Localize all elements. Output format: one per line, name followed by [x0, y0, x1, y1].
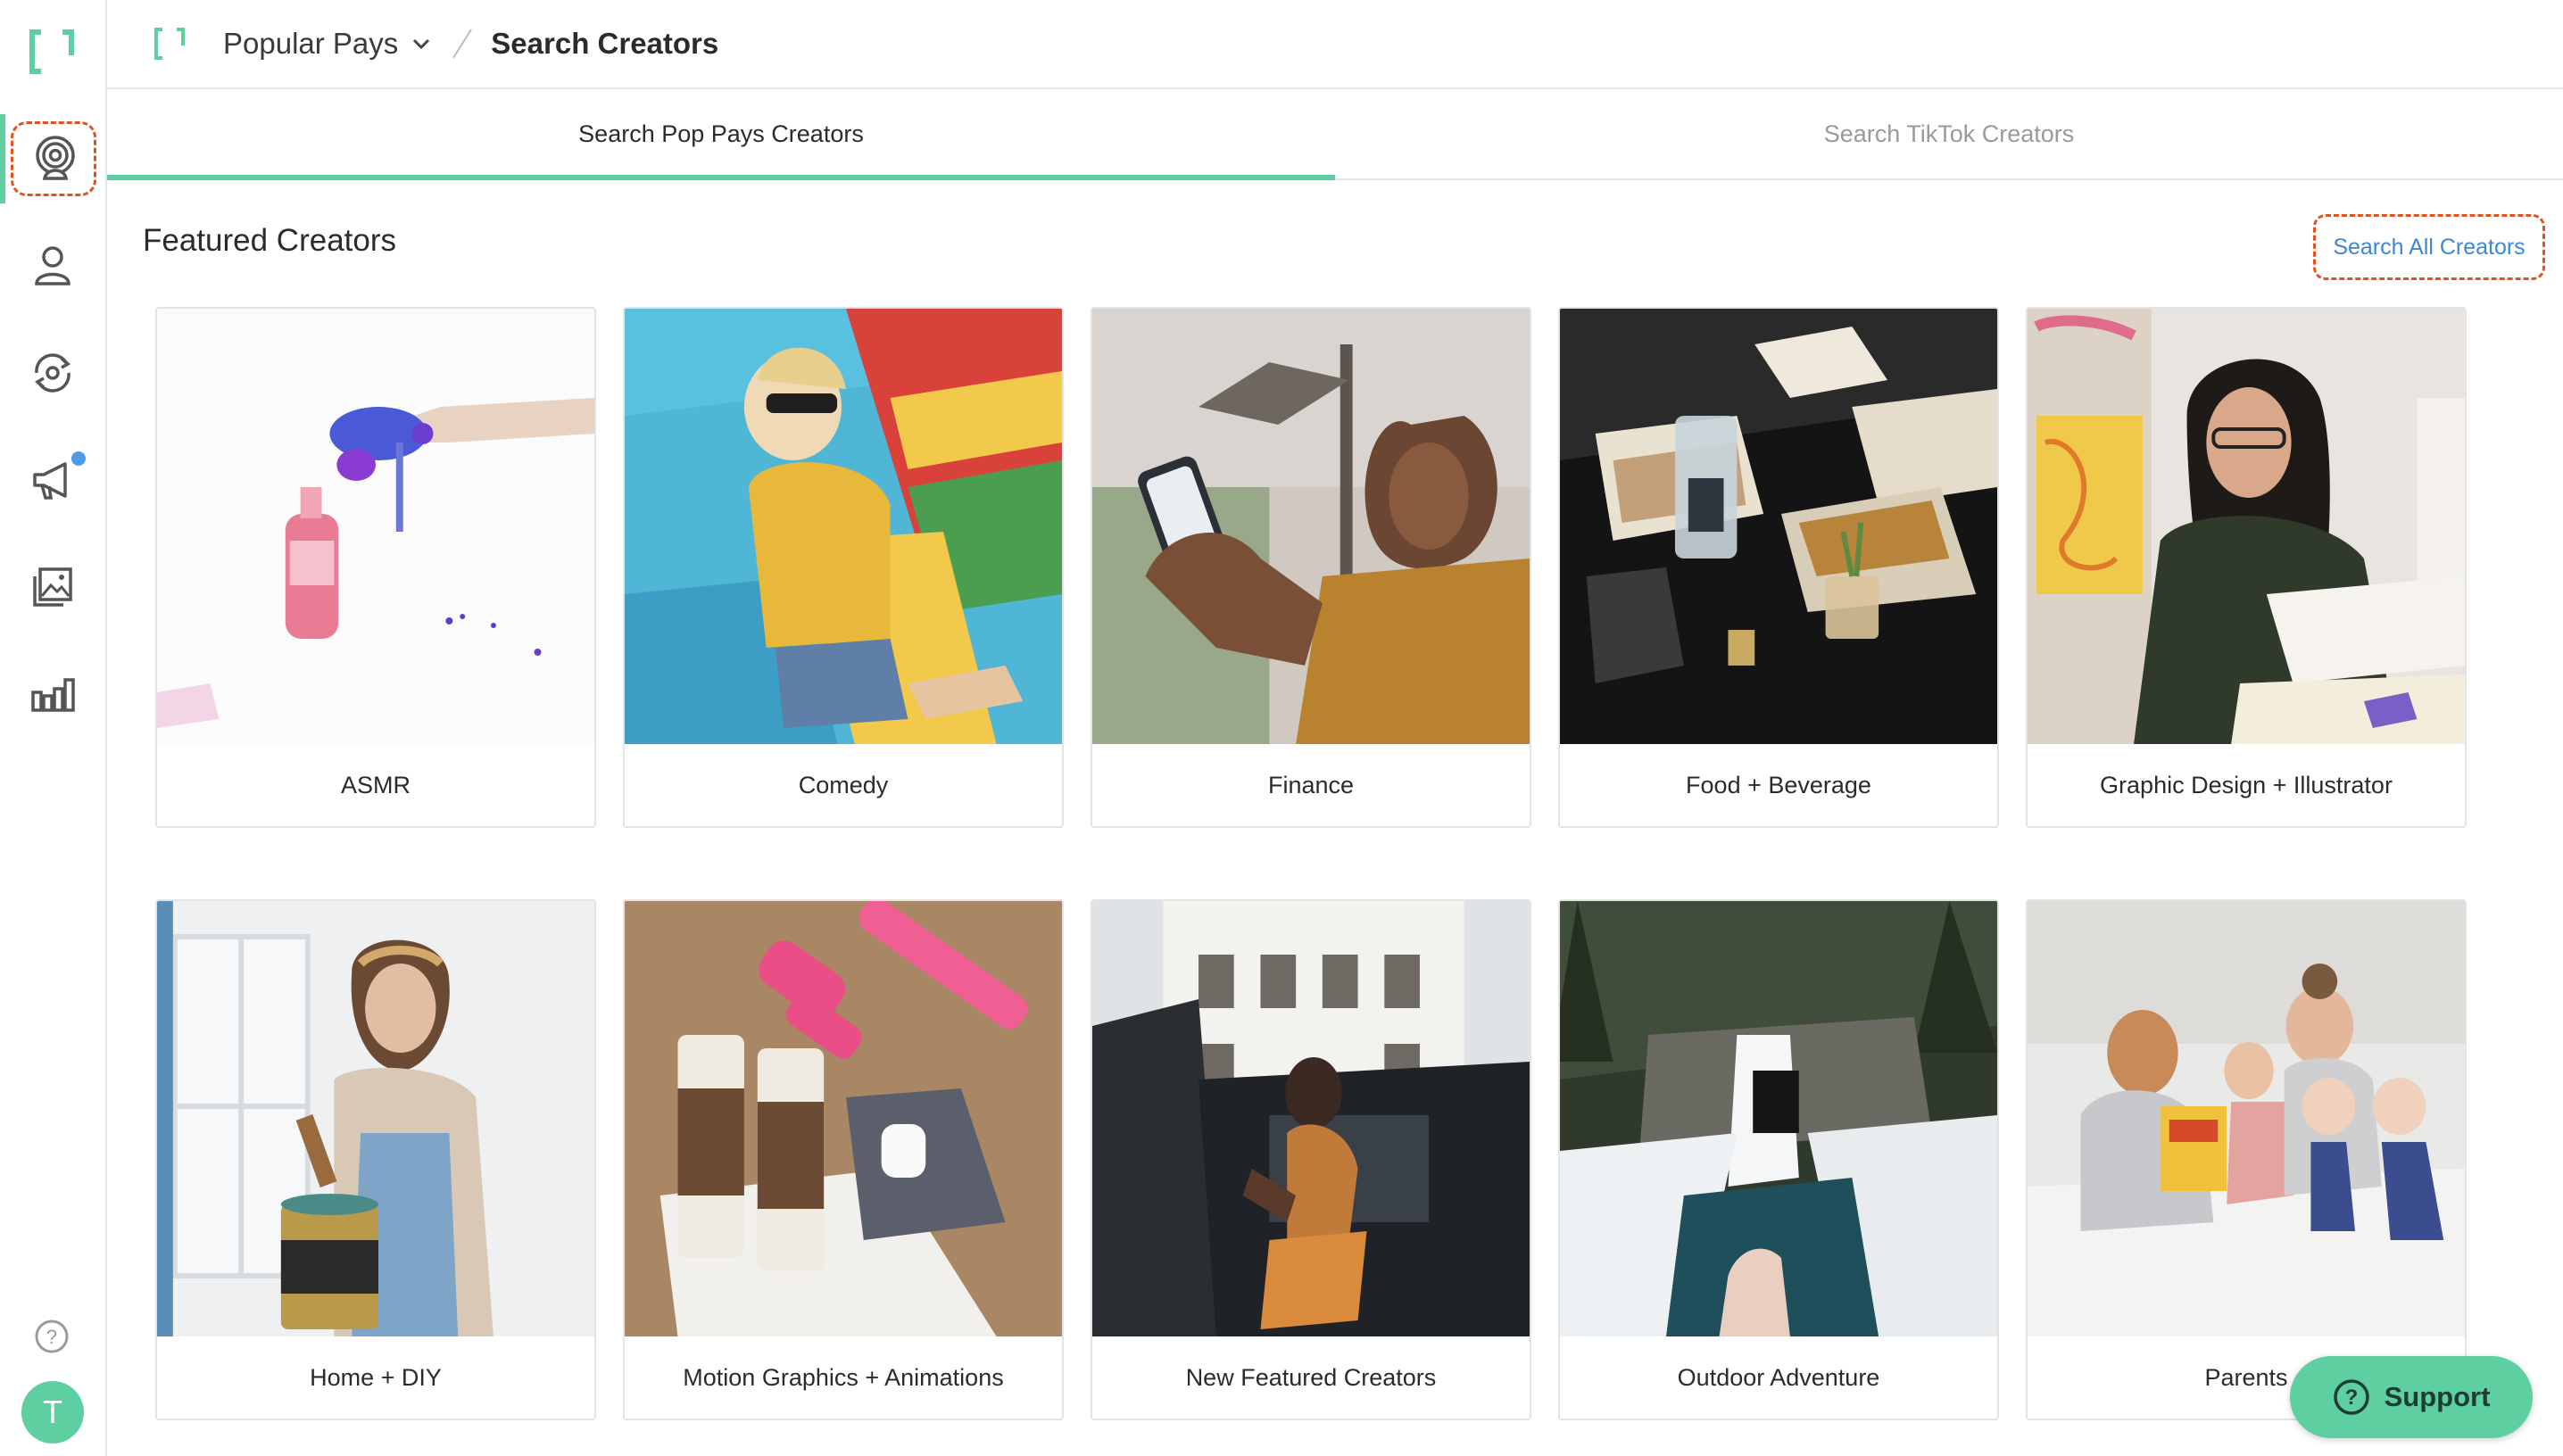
nav-campaigns[interactable] — [0, 435, 105, 525]
bar-chart-icon — [31, 678, 75, 712]
nav-profile[interactable] — [0, 221, 105, 310]
support-button[interactable]: ? Support — [2290, 1356, 2533, 1438]
chevron-down-icon — [413, 38, 430, 50]
category-image — [157, 901, 594, 1336]
category-label: Graphic Design + Illustrator — [2100, 771, 2393, 798]
category-card-asmr[interactable]: ASMR — [155, 307, 596, 828]
notification-dot — [71, 451, 86, 466]
category-card-comedy[interactable]: Comedy — [623, 307, 1064, 828]
search-tabs: Search Pop Pays Creators Search TikTok C… — [107, 89, 2563, 180]
category-image — [625, 309, 1062, 744]
category-card-finance[interactable]: Finance — [1091, 307, 1531, 828]
help-icon[interactable]: ? — [34, 1319, 70, 1354]
megaphone-icon — [33, 462, 67, 500]
category-image — [1560, 901, 1997, 1336]
brand-logo-icon[interactable] — [27, 27, 77, 77]
category-image — [1560, 309, 1997, 744]
category-label: Finance — [1267, 771, 1355, 798]
category-card-new-featured[interactable]: New Featured Creators — [1091, 899, 1531, 1420]
search-all-creators-link[interactable]: Search All Creators — [2313, 214, 2545, 280]
breadcrumb-current: Search Creators — [491, 27, 719, 60]
category-label: Motion Graphics + Animations — [683, 1363, 1004, 1391]
tab-popular-pays-creators[interactable]: Search Pop Pays Creators — [107, 89, 1335, 180]
organization-name: Popular Pays — [223, 27, 399, 60]
svg-text:?: ? — [2344, 1386, 2358, 1410]
category-card-graphic-design[interactable]: Graphic Design + Illustrator — [2026, 307, 2467, 828]
nav-campaign-review[interactable] — [0, 328, 105, 418]
brand-logo-small-icon[interactable] — [152, 26, 187, 62]
user-avatar[interactable]: T — [21, 1381, 84, 1444]
category-card-home-diy[interactable]: Home + DIY — [155, 899, 596, 1420]
svg-text:?: ? — [46, 1326, 57, 1348]
category-label: New Featured Creators — [1185, 1363, 1437, 1391]
top-header: Popular Pays Search Creators — [107, 0, 2563, 89]
user-icon — [35, 246, 71, 285]
category-card-parents[interactable]: Parents — [2026, 899, 2467, 1420]
category-image — [2028, 901, 2465, 1336]
category-image — [1092, 309, 1530, 744]
nav-analytics[interactable] — [0, 649, 105, 739]
category-card-motion-graphics[interactable]: Motion Graphics + Animations — [623, 899, 1064, 1420]
category-image — [625, 901, 1062, 1336]
category-image — [157, 309, 594, 744]
breadcrumb-separator-icon — [452, 29, 473, 59]
help-circle-icon: ? — [2333, 1379, 2369, 1415]
tab-tiktok-creators[interactable]: Search TikTok Creators — [1335, 89, 2563, 178]
category-card-outdoor-adventure[interactable]: Outdoor Adventure — [1558, 899, 1999, 1420]
nav-search-creators[interactable] — [0, 114, 105, 203]
nav-gallery[interactable] — [0, 542, 105, 632]
category-image — [1092, 901, 1530, 1336]
support-label: Support — [2384, 1381, 2491, 1412]
category-image — [2028, 309, 2465, 744]
gallery-icon — [33, 567, 72, 607]
side-navigation: ? T — [0, 0, 107, 1456]
category-label: Home + DIY — [310, 1363, 442, 1391]
category-label: ASMR — [340, 771, 411, 798]
category-label: Outdoor Adventure — [1677, 1363, 1880, 1391]
category-card-food-beverage[interactable]: Food + Beverage — [1558, 307, 1999, 828]
category-label: Food + Beverage — [1686, 771, 1871, 798]
category-label: Comedy — [798, 771, 889, 798]
refresh-eye-icon — [34, 353, 71, 393]
section-title: Featured Creators — [143, 223, 397, 258]
organization-switcher[interactable]: Popular Pays — [223, 27, 432, 61]
highlight-annotation — [11, 121, 96, 196]
